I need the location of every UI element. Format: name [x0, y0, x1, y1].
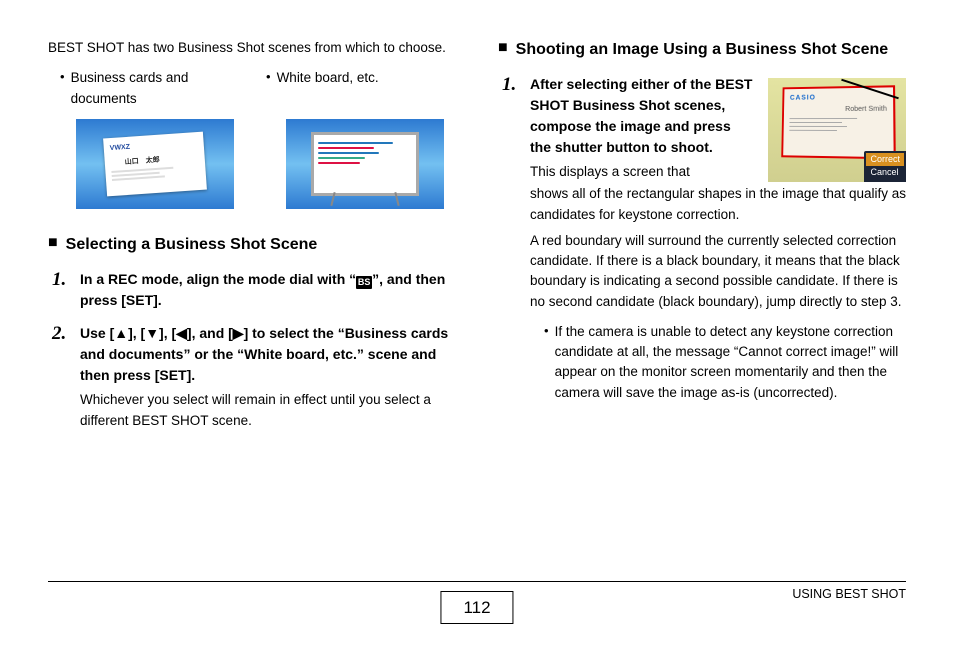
section-selecting: ■ Selecting a Business Shot Scene — [48, 233, 456, 257]
thumb-whiteboard — [286, 119, 444, 209]
footer-divider — [48, 581, 906, 582]
right-column: ■ Shooting an Image Using a Business Sho… — [498, 38, 906, 558]
card-name: 山口 太郎 — [124, 152, 199, 168]
right-step-1: 1. After selecting either of the BEST SH… — [502, 74, 906, 403]
r-step1-bold: After selecting either of the BEST SHOT … — [530, 74, 754, 158]
step-number: 2. — [52, 323, 72, 346]
sample-name: Robert Smith — [790, 104, 887, 115]
menu-cancel: Cancel — [870, 167, 900, 179]
footer-section-label: USING BEST SHOT — [792, 585, 906, 604]
r-desc3: A red boundary will surround the current… — [530, 231, 906, 312]
r-bullet-text: If the camera is unable to detect any ke… — [555, 322, 906, 403]
step1-text-pre: In a REC mode, align the mode dial with … — [80, 271, 356, 287]
step-2: 2. Use [▲], [▼], [◀], and [▶] to select … — [52, 323, 456, 431]
bullet-label: White board, etc. — [277, 68, 379, 88]
section-title: Selecting a Business Shot Scene — [66, 233, 318, 257]
bullet-whiteboard: • White board, etc. — [266, 68, 456, 109]
section-shooting: ■ Shooting an Image Using a Business Sho… — [498, 38, 906, 62]
bullet-icon: • — [60, 68, 65, 86]
r-desc1: This displays a screen that — [530, 162, 754, 182]
step-number: 1. — [502, 74, 522, 97]
casio-logo: CASIO — [790, 93, 887, 105]
menu-correct: Correct — [866, 153, 904, 167]
r-desc2: shows all of the rectangular shapes in t… — [530, 184, 906, 225]
square-icon: ■ — [498, 38, 508, 57]
step-number: 1. — [52, 269, 72, 292]
intro-text: BEST SHOT has two Business Shot scenes f… — [48, 38, 456, 58]
scene-bullets: • Business cards and documents • White b… — [60, 68, 456, 109]
card-logo: VWXZ — [110, 138, 199, 155]
step-1: 1. In a REC mode, align the mode dial wi… — [52, 269, 456, 312]
bullet-label: Business cards and documents — [71, 68, 250, 109]
left-column: BEST SHOT has two Business Shot scenes f… — [48, 38, 456, 558]
square-icon: ■ — [48, 233, 58, 252]
business-card-graphic: VWXZ 山口 太郎 — [103, 131, 207, 196]
step2-desc: Whichever you select will remain in effe… — [80, 390, 456, 431]
bullet-business-cards: • Business cards and documents — [60, 68, 250, 109]
content-columns: BEST SHOT has two Business Shot scenes f… — [48, 38, 906, 558]
section-title: Shooting an Image Using a Business Shot … — [516, 38, 889, 62]
whiteboard-graphic — [305, 125, 425, 203]
bs-mode-icon: BS — [356, 276, 372, 289]
bullet-icon: • — [266, 68, 271, 86]
correction-menu: Correct Cancel — [864, 151, 906, 182]
page-number: 112 — [440, 591, 513, 625]
keystone-preview: CASIO Robert Smith Correct Cancel — [768, 78, 906, 182]
step2-bold: Use [▲], [▼], [◀], and [▶] to select the… — [80, 323, 456, 386]
thumb-business-card: VWXZ 山口 太郎 — [76, 119, 234, 209]
bullet-icon: • — [544, 322, 549, 403]
thumbnail-row: VWXZ 山口 太郎 — [76, 119, 456, 209]
keystone-card: CASIO Robert Smith — [781, 85, 896, 159]
r-sub-bullet: • If the camera is unable to detect any … — [544, 322, 906, 403]
